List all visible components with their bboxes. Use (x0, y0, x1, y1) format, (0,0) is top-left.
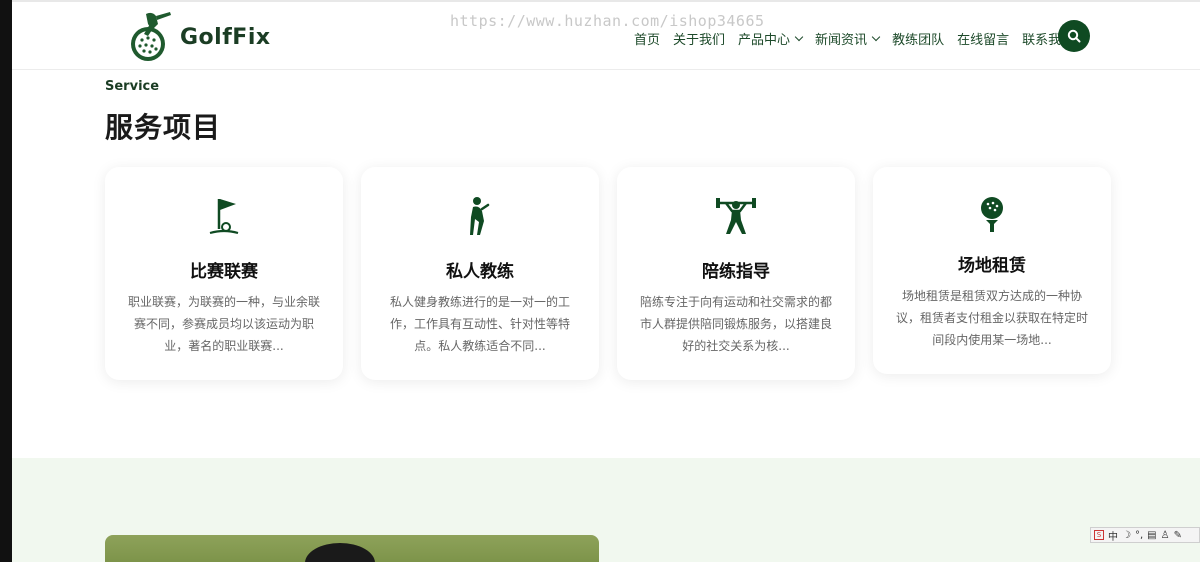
ime-user-icon[interactable]: ♙ (1161, 530, 1170, 541)
card-description: 场地租赁是租赁双方达成的一种协议，租赁者支付租金以获取在特定时间段内使用某一场地… (895, 289, 1088, 347)
golf-flag-icon (209, 199, 239, 235)
nav-item-message[interactable]: 在线留言 (957, 29, 1009, 48)
ime-toolbar[interactable]: S 中 ☽ °, ▤ ♙ ✎ (1090, 527, 1200, 543)
chevron-down-icon (871, 32, 881, 42)
window-left-edge (0, 0, 12, 562)
watermark-url: https://www.huzhan.com/ishop34665 (450, 12, 765, 30)
search-icon (1067, 29, 1081, 43)
card-description: 陪练专注于向有运动和社交需求的都市人群提供陪同锻炼服务，以搭建良好的社交关系为核… (639, 295, 832, 353)
service-card-competition[interactable]: 比赛联赛 职业联赛，为联赛的一种，与业余联赛不同，参赛成员均以该运动为职业，著名… (105, 167, 343, 380)
golfer-photo (105, 535, 599, 562)
site-logo[interactable]: GolfFix (126, 10, 271, 64)
section-eyebrow: Service (105, 79, 160, 94)
search-button[interactable] (1058, 20, 1090, 52)
card-title: 场地租赁 (958, 256, 1026, 276)
card-title: 私人教练 (446, 262, 514, 282)
card-title: 比赛联赛 (190, 262, 258, 282)
site-header: GolfFix https://www.huzhan.com/ishop3466… (12, 0, 1200, 70)
ime-punctuation-icon[interactable]: °, (1135, 530, 1143, 541)
nav-item-news[interactable]: 新闻资讯 (815, 29, 881, 48)
service-card-venue-rental[interactable]: 场地租赁 场地租赁是租赁双方达成的一种协议，租赁者支付租金以获取在特定时间段内使… (873, 167, 1111, 374)
nav-item-about[interactable]: 关于我们 (673, 29, 725, 48)
service-card-sparring[interactable]: 陪练指导 陪练专注于向有运动和社交需求的都市人群提供陪同锻炼服务，以搭建良好的社… (617, 167, 855, 380)
golfer-icon (470, 197, 490, 235)
nav-item-coaches[interactable]: 教练团队 (892, 29, 944, 48)
chevron-down-icon (794, 32, 804, 42)
nav-item-home[interactable]: 首页 (634, 29, 660, 48)
service-card-private-coach[interactable]: 私人教练 私人健身教练进行的是一对一的工作，工作具有互动性、针对性等特点。私人教… (361, 167, 599, 380)
golf-ball-tee-icon (981, 197, 1003, 232)
ime-language-toggle[interactable]: 中 (1108, 528, 1118, 543)
card-title: 陪练指导 (702, 262, 770, 282)
ime-logo-icon: S (1094, 530, 1104, 540)
ime-keyboard-icon[interactable]: ▤ (1147, 530, 1156, 541)
main-nav: 首页 关于我们 产品中心 新闻资讯 教练团队 在线留言 联系我们 (634, 29, 1074, 48)
golf-logo-icon (131, 12, 171, 61)
section-title: 服务项目 (105, 111, 222, 144)
card-description: 职业联赛，为联赛的一种，与业余联赛不同，参赛成员均以该运动为职业，著名的职业联赛… (127, 295, 320, 353)
weightlifter-icon (716, 198, 756, 234)
nav-item-products[interactable]: 产品中心 (738, 29, 804, 48)
ime-settings-icon[interactable]: ✎ (1174, 530, 1182, 541)
ime-moon-icon[interactable]: ☽ (1122, 530, 1131, 541)
logo-text: GolfFix (180, 24, 271, 50)
card-description: 私人健身教练进行的是一对一的工作，工作具有互动性、针对性等特点。私人教练适合不同… (389, 295, 570, 353)
